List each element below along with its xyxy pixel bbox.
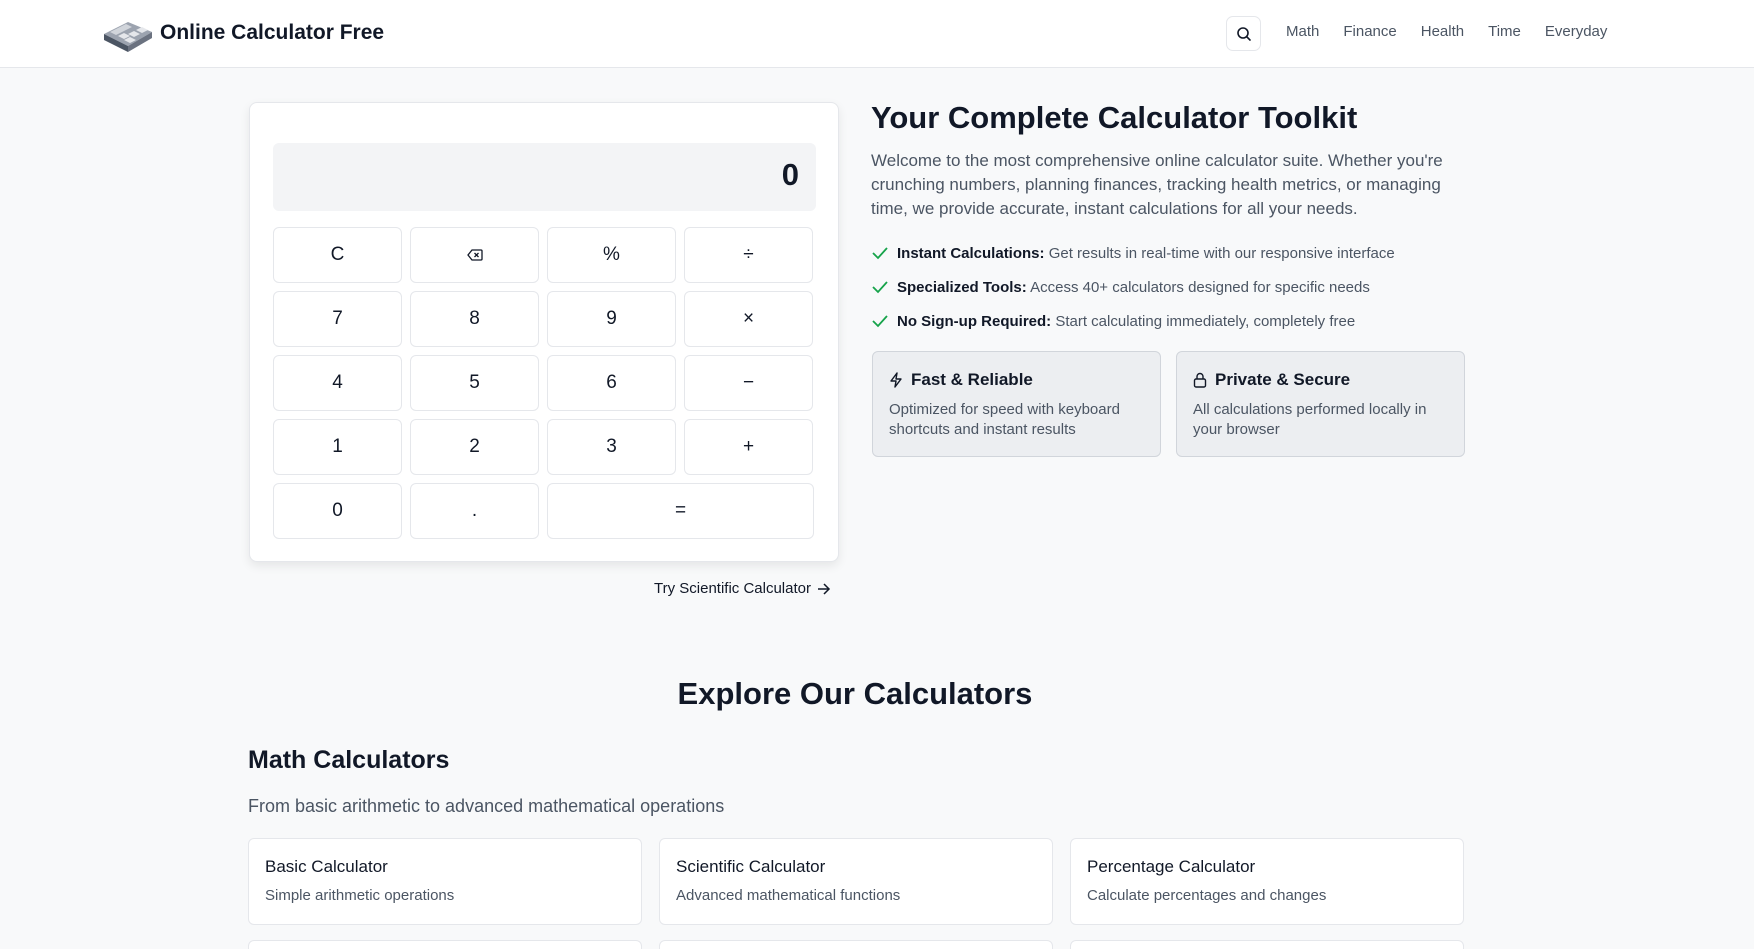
- lock-icon: [1193, 372, 1207, 388]
- feature-text: Start calculating immediately, completel…: [1055, 312, 1356, 330]
- nav-health[interactable]: Health: [1421, 23, 1464, 40]
- info-card-private: Private & Secure All calculations perfor…: [1176, 351, 1465, 457]
- search-button[interactable]: [1226, 16, 1261, 51]
- nav-time[interactable]: Time: [1488, 23, 1521, 40]
- feature-text: Access 40+ calculators designed for spec…: [1030, 278, 1370, 296]
- info-card-title: Private & Secure: [1215, 370, 1351, 389]
- math-section-desc: From basic arithmetic to advanced mathem…: [248, 796, 725, 816]
- tile-title: Scientific Calculator: [676, 857, 826, 876]
- key-3[interactable]: 3: [547, 419, 676, 475]
- lightning-icon: [890, 372, 902, 388]
- math-section-title: Math Calculators: [248, 746, 450, 774]
- key-1[interactable]: 1: [273, 419, 402, 475]
- key-minus[interactable]: −: [684, 355, 813, 411]
- key-6[interactable]: 6: [547, 355, 676, 411]
- key-8[interactable]: 8: [410, 291, 539, 347]
- tile-next-row[interactable]: [248, 940, 642, 949]
- tile-title: Basic Calculator: [265, 857, 388, 876]
- try-scientific-label: Try Scientific Calculator: [654, 580, 811, 597]
- key-9[interactable]: 9: [547, 291, 676, 347]
- search-icon: [1236, 26, 1251, 41]
- main-nav: Math Finance Health Time Everyday: [1286, 23, 1607, 40]
- nav-finance[interactable]: Finance: [1343, 23, 1396, 40]
- feature-list: Instant Calculations: Get results in rea…: [871, 236, 1395, 338]
- nav-math[interactable]: Math: [1286, 23, 1319, 40]
- key-4[interactable]: 4: [273, 355, 402, 411]
- arrow-right-icon: [818, 582, 831, 595]
- key-equals[interactable]: =: [547, 483, 814, 539]
- feature-item: No Sign-up Required: Start calculating i…: [871, 304, 1395, 338]
- tile-scientific-calculator[interactable]: Scientific Calculator Advanced mathemati…: [659, 838, 1053, 925]
- feature-label: Specialized Tools:: [897, 278, 1027, 296]
- tile-desc: Advanced mathematical functions: [676, 887, 901, 904]
- tile-desc: Calculate percentages and changes: [1087, 887, 1327, 904]
- check-icon: [872, 281, 888, 294]
- key-decimal[interactable]: .: [410, 483, 539, 539]
- hero-title: Your Complete Calculator Toolkit: [871, 100, 1358, 135]
- site-logo[interactable]: Online Calculator Free: [102, 12, 384, 54]
- key-plus[interactable]: +: [684, 419, 813, 475]
- info-card-title: Fast & Reliable: [911, 370, 1033, 389]
- key-2[interactable]: 2: [410, 419, 539, 475]
- calculator-widget: 0 C % ÷ 7 8 9 × 4 5 6 − 1 2 3 + 0 . =: [249, 102, 839, 562]
- explore-title: Explore Our Calculators: [677, 676, 1033, 711]
- key-divide[interactable]: ÷: [684, 227, 813, 283]
- site-title[interactable]: Online Calculator Free: [160, 21, 384, 45]
- info-card-desc: All calculations performed locally in yo…: [1193, 401, 1427, 438]
- backspace-icon: [466, 249, 483, 261]
- tile-title: Percentage Calculator: [1087, 857, 1256, 876]
- tile-basic-calculator[interactable]: Basic Calculator Simple arithmetic opera…: [248, 838, 642, 925]
- feature-item: Specialized Tools: Access 40+ calculator…: [871, 270, 1395, 304]
- key-5[interactable]: 5: [410, 355, 539, 411]
- calculator-logo-icon: [104, 22, 152, 52]
- tile-desc: Simple arithmetic operations: [265, 887, 455, 904]
- feature-label: No Sign-up Required:: [897, 312, 1052, 330]
- feature-item: Instant Calculations: Get results in rea…: [871, 236, 1395, 270]
- key-0[interactable]: 0: [273, 483, 402, 539]
- key-clear[interactable]: C: [273, 227, 402, 283]
- try-scientific-link[interactable]: Try Scientific Calculator: [654, 580, 831, 597]
- calculator-display: 0: [273, 143, 816, 211]
- tile-next-row[interactable]: [659, 940, 1053, 949]
- check-icon: [872, 315, 888, 328]
- site-header: Online Calculator Free Math Finance Heal…: [0, 0, 1754, 68]
- key-7[interactable]: 7: [273, 291, 402, 347]
- tile-next-row[interactable]: [1070, 940, 1464, 949]
- hero-description: Welcome to the most comprehensive online…: [871, 151, 1443, 218]
- key-multiply[interactable]: ×: [684, 291, 813, 347]
- tile-percentage-calculator[interactable]: Percentage Calculator Calculate percenta…: [1070, 838, 1464, 925]
- info-card-fast: Fast & Reliable Optimized for speed with…: [872, 351, 1161, 457]
- feature-text: Get results in real-time with our respon…: [1048, 244, 1395, 262]
- check-icon: [872, 247, 888, 260]
- key-percent[interactable]: %: [547, 227, 676, 283]
- nav-everyday[interactable]: Everyday: [1545, 23, 1608, 40]
- info-card-desc: Optimized for speed with keyboard shortc…: [889, 401, 1120, 438]
- key-backspace[interactable]: [410, 227, 539, 283]
- feature-label: Instant Calculations:: [897, 244, 1045, 262]
